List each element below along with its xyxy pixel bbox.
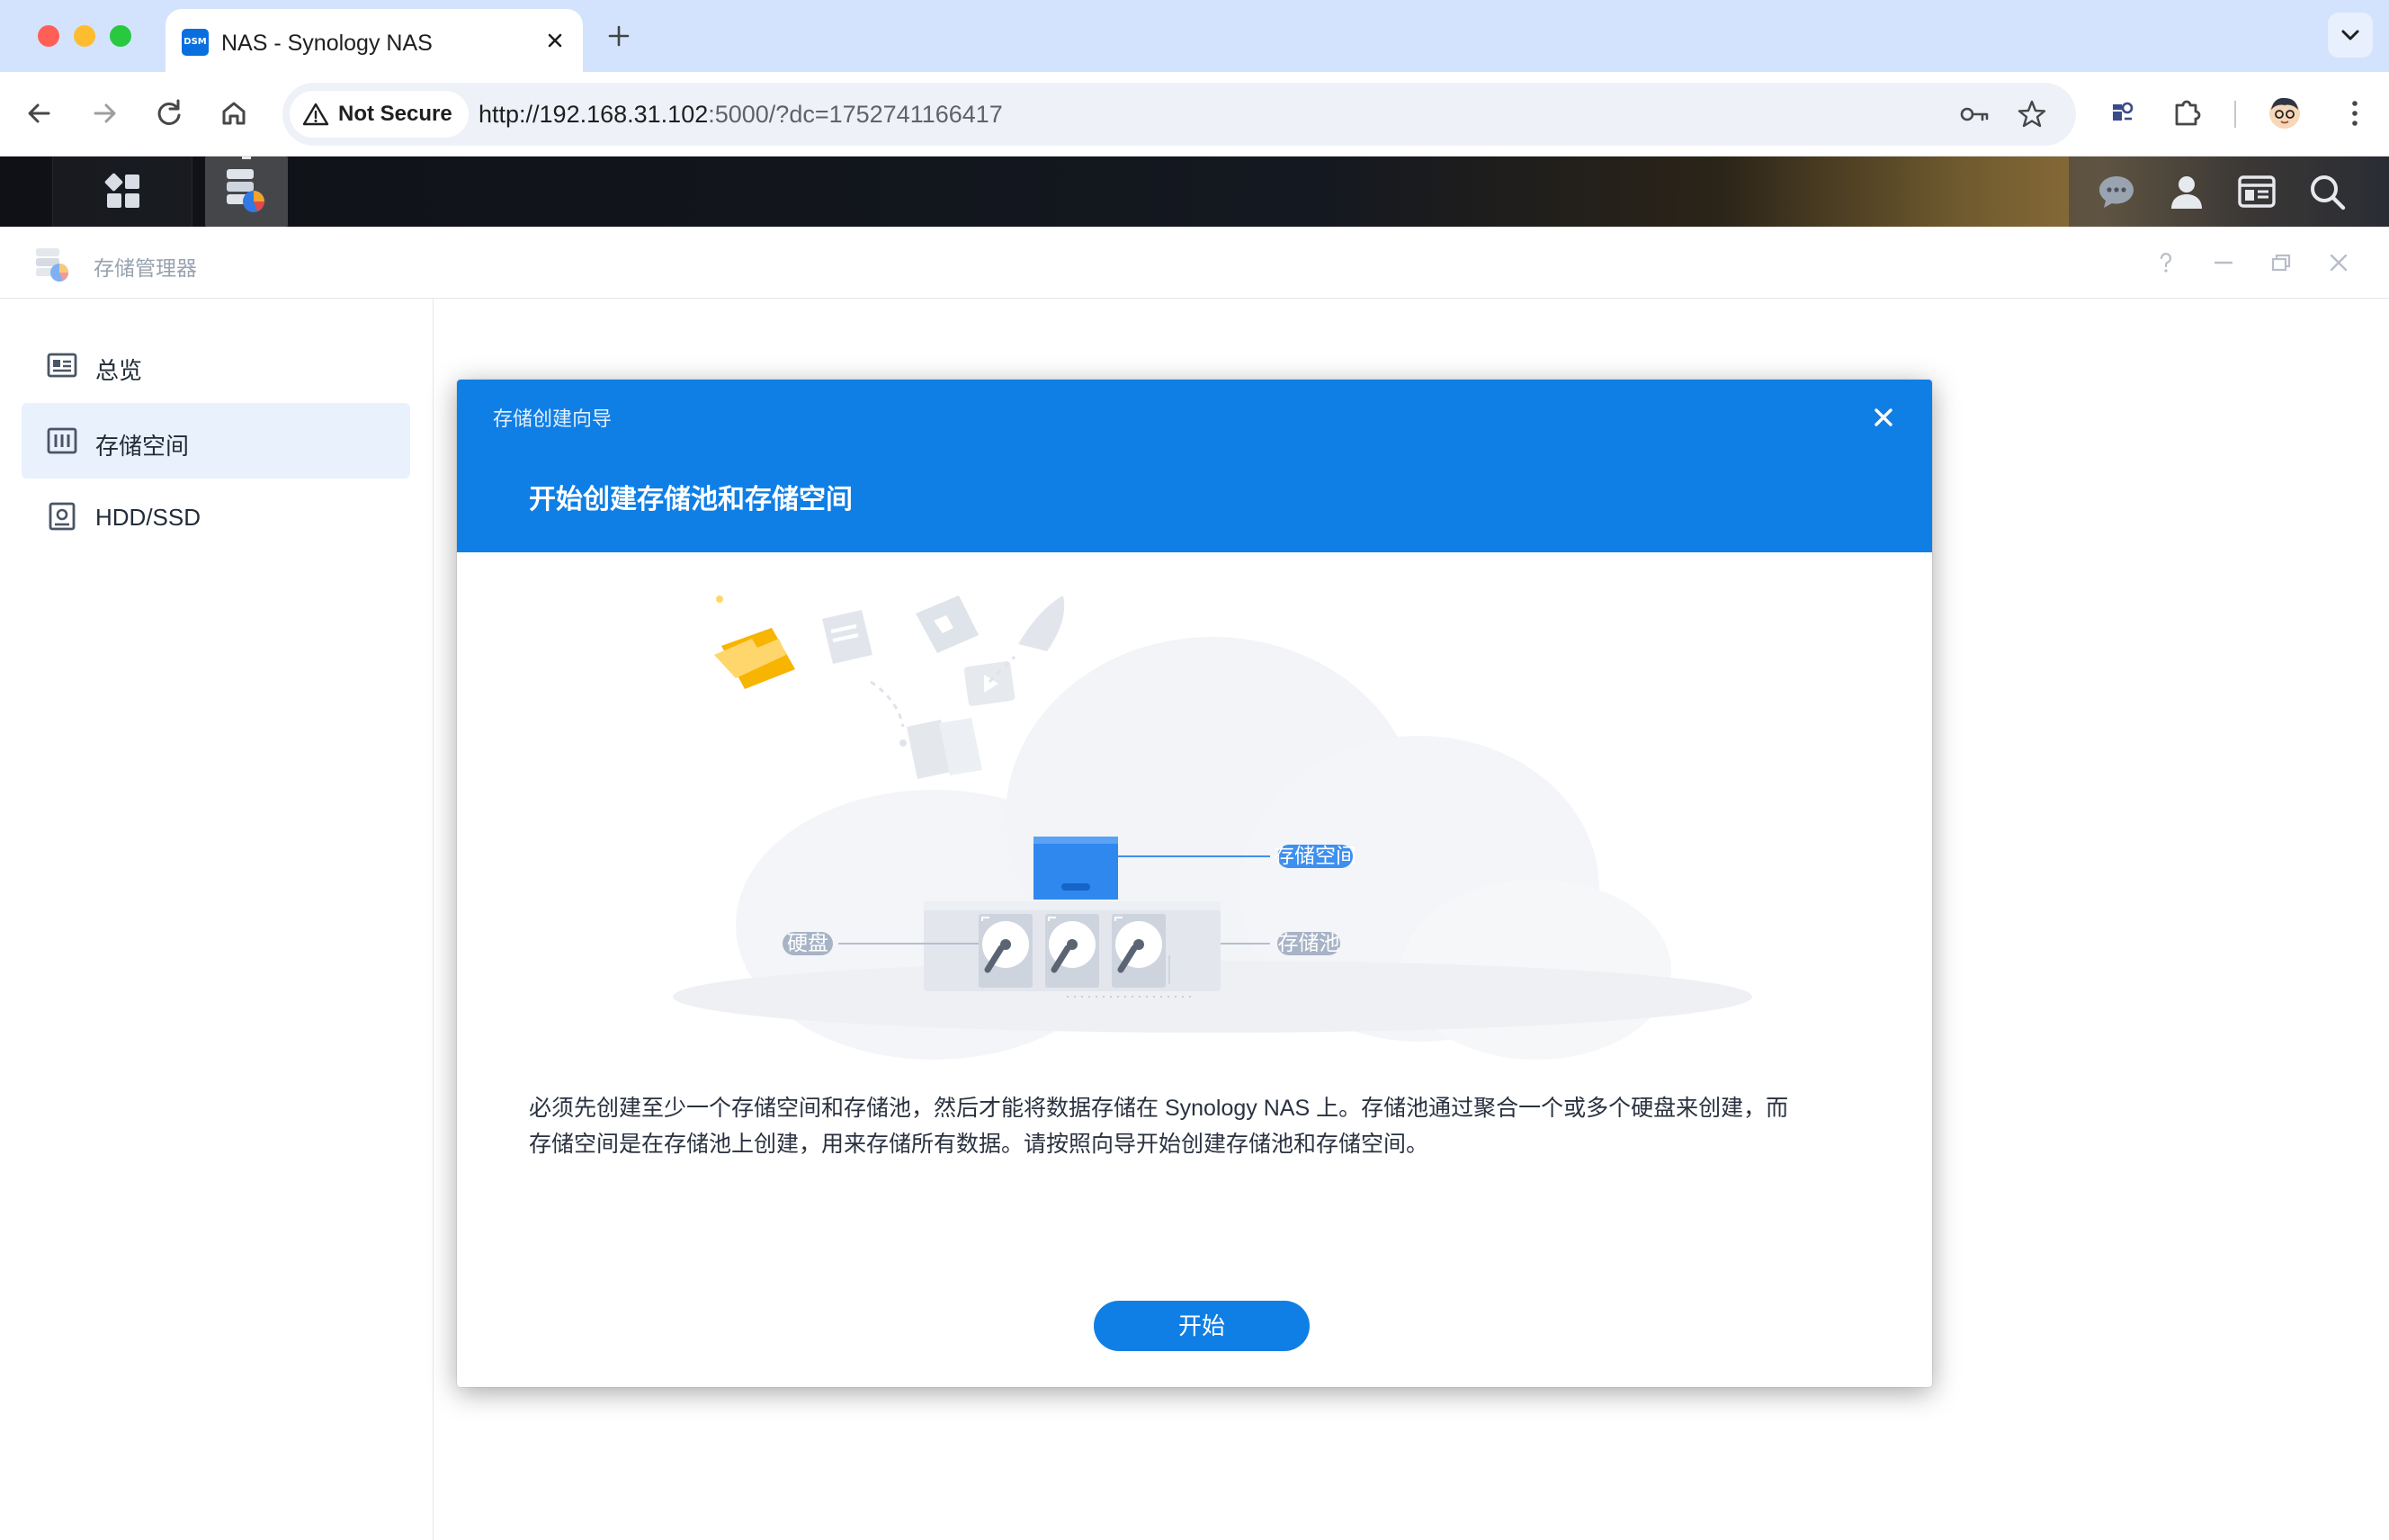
start-button[interactable]: 开始 (1094, 1301, 1310, 1351)
pool-label: 存储池 (1278, 931, 1340, 954)
sidebar-item-hdd-ssd[interactable]: HDD/SSD (22, 479, 410, 554)
close-icon[interactable] (2324, 248, 2353, 277)
tab-search-button[interactable] (2328, 13, 2373, 58)
folder-icon (714, 595, 795, 689)
reload-icon[interactable] (148, 92, 191, 135)
browser-tab[interactable]: DSM NAS - Synology NAS (166, 9, 583, 72)
volume-label: 存储空间 (1274, 844, 1356, 867)
url-text[interactable]: http://192.168.31.102:5000/?dc=175274116… (479, 101, 1003, 129)
security-label: Not Secure (338, 102, 452, 126)
widgets-icon[interactable] (2236, 171, 2277, 212)
description-line: 必须先创建至少一个存储空间和存储池，然后才能将数据存储在 Synology NA… (529, 1096, 1789, 1121)
dsm-taskbar (0, 157, 2389, 227)
more-menu-icon[interactable] (2333, 92, 2376, 135)
wizard-heading: 开始创建存储池和存储空间 (529, 485, 853, 515)
taskbar-storage-manager[interactable] (205, 157, 288, 227)
extensions-puzzle-icon[interactable] (2166, 92, 2209, 135)
storage-manager-icon (227, 157, 264, 212)
forward-arrow-icon[interactable] (83, 92, 126, 135)
description-line: 存储空间是在存储池上创建，用来存储所有数据。请按照向导开始创建存储池和存储空间。 (529, 1132, 1429, 1157)
sidebar-item-overview[interactable]: 总览 (22, 327, 410, 403)
taskbar-tray (2069, 157, 2389, 227)
window-titlebar[interactable]: 存储管理器 (0, 227, 2389, 299)
notifications-chat-icon[interactable] (2096, 171, 2137, 212)
main-menu-button[interactable] (52, 157, 192, 227)
bookmark-star-icon[interactable] (2015, 97, 2049, 131)
sidebar-item-label: 存储空间 (95, 433, 190, 460)
tab-close-icon[interactable] (541, 27, 568, 54)
storage-illustration: 存储空间 硬盘 存储池 (673, 595, 1752, 1060)
help-icon[interactable] (2152, 248, 2180, 277)
search-icon[interactable] (2306, 171, 2348, 212)
disk-label-pill: 硬盘 (783, 931, 833, 955)
wizard-header: 存储创建向导 开始创建存储池和存储空间 (457, 380, 1932, 552)
volume-icon (47, 427, 77, 454)
browser-tab-strip: DSM NAS - Synology NAS (0, 0, 2389, 72)
warning-icon (302, 103, 329, 126)
sidebar-item-volume[interactable]: 存储空间 (22, 403, 410, 479)
restore-icon[interactable] (2267, 248, 2295, 277)
dsm-favicon-icon: DSM (182, 29, 209, 56)
close-icon[interactable] (1869, 403, 1898, 432)
overview-icon (47, 353, 77, 378)
disk-2 (1045, 914, 1099, 988)
sidebar-item-label: 总览 (95, 357, 143, 384)
storage-manager-app-icon (36, 248, 68, 282)
wizard-description: 必须先创建至少一个存储空间和存储池，然后才能将数据存储在 Synology NA… (529, 1090, 1860, 1162)
user-account-icon[interactable] (2166, 171, 2207, 212)
address-bar[interactable]: Not Secure http://192.168.31.102:5000/?d… (282, 83, 2076, 146)
toolbar-separator (2234, 101, 2236, 128)
video-icon (963, 661, 1016, 706)
tab-title: NAS - Synology NAS (221, 31, 433, 56)
volume-box (1033, 837, 1118, 900)
new-tab-icon[interactable] (603, 20, 635, 52)
minimize-icon[interactable] (2209, 248, 2238, 277)
close-window-button[interactable] (38, 25, 59, 47)
browser-toolbar: Not Secure http://192.168.31.102:5000/?d… (0, 72, 2389, 157)
back-arrow-icon[interactable] (18, 92, 61, 135)
volume-label-pill: 存储空间 (1274, 844, 1356, 868)
chevron-down-icon (2341, 30, 2359, 40)
window-title: 存储管理器 (94, 256, 197, 280)
hdd-icon (49, 502, 76, 531)
main-menu-grid-icon (104, 173, 139, 208)
password-key-icon[interactable] (1957, 97, 1991, 131)
disk-label: 硬盘 (787, 931, 828, 954)
profile-avatar-icon[interactable] (2263, 92, 2306, 135)
wizard-caption: 存储创建向导 (493, 407, 613, 430)
home-icon[interactable] (212, 92, 255, 135)
url-host: http://192.168.31.102 (479, 101, 709, 128)
app-package-icon (916, 595, 979, 653)
cloud-background (673, 637, 1752, 1060)
minimize-window-button[interactable] (74, 25, 95, 47)
url-path: :5000/?dc=1752741166417 (708, 101, 1003, 128)
sidebar-item-label: HDD/SSD (95, 504, 201, 531)
pool-label-pill: 存储池 (1277, 931, 1340, 955)
files-stack-icon (899, 718, 982, 779)
document-icon (822, 610, 872, 664)
disk-1 (979, 914, 1033, 988)
disk-3 (1112, 914, 1166, 988)
zoom-window-button[interactable] (110, 25, 131, 47)
synology-extension-icon[interactable] (2101, 92, 2144, 135)
site-info-chip[interactable]: Not Secure (290, 91, 469, 138)
storage-creation-wizard: 存储创建向导 开始创建存储池和存储空间 存储空间 硬盘 存储池 必须先创建至少一… (457, 380, 1932, 1387)
